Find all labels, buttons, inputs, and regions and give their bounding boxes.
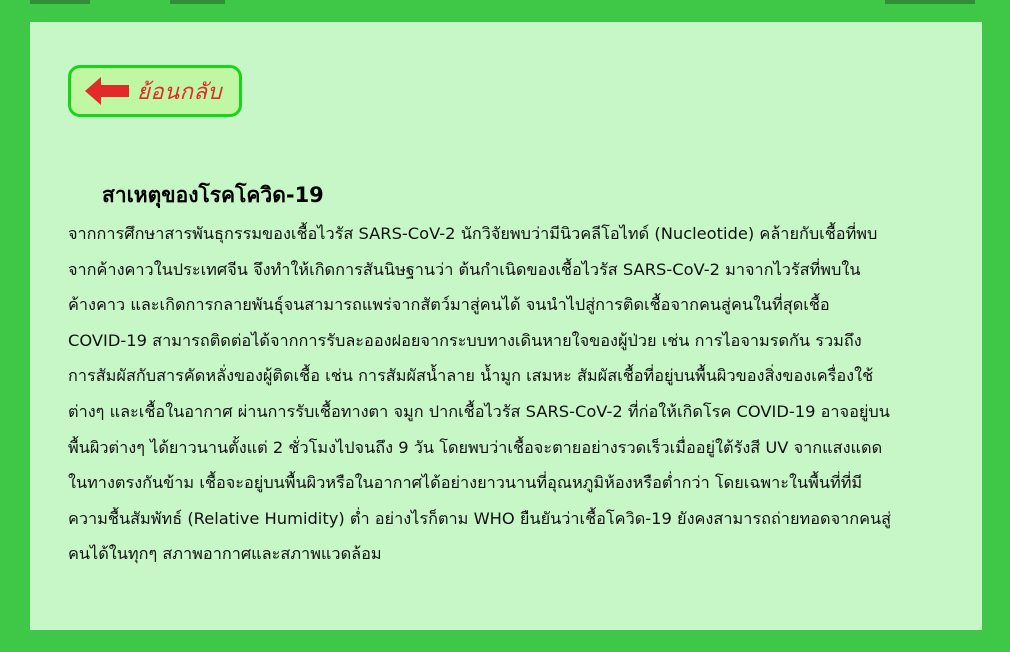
article-line: COVID-19 สามารถติดต่อได้จากการรับละอองฝอ… [68, 330, 862, 350]
article-body: จากการศึกษาสารพันธุกรรมของเชื้อไวรัส SAR… [68, 216, 982, 572]
back-button[interactable]: ย้อนกลับ [68, 65, 242, 117]
article-line: ค้างคาว และเกิดการกลายพันธุ์จนสามารถแพร่… [68, 295, 830, 315]
article-line: ในทางตรงกันข้าม เชื้อจะอยู่บนพื้นผิวหรือ… [68, 473, 863, 493]
article-line: ความชื้นสัมพัทธ์ (Relative Humidity) ต่ำ… [68, 508, 892, 528]
article-line: พื้นผิวต่างๆ ได้ยาวนานตั้งแต่ 2 ชั่วโมงไ… [68, 437, 883, 457]
top-edge-decoration [30, 0, 90, 4]
article-line: ต่างๆ และเชื้อในอากาศ ผ่านการรับเชื้อทาง… [68, 401, 890, 421]
left-arrow-icon [85, 77, 129, 105]
article-line: คนได้ในทุกๆ สภาพอากาศและสภาพแวดล้อม [68, 544, 382, 564]
content-panel: ย้อนกลับ สาเหตุของโรคโควิด-19 จากการศึกษ… [30, 22, 982, 630]
article-line: จากค้างคาวในประเทศจีน จึงทำให้เกิดการสัน… [68, 259, 861, 279]
top-edge-decoration [170, 0, 225, 4]
article-line: จากการศึกษาสารพันธุกรรมของเชื้อไวรัส SAR… [68, 224, 878, 243]
article-line: การสัมผัสกับสารคัดหลั่งของผู้ติดเชื้อ เช… [68, 366, 874, 386]
article: สาเหตุของโรคโควิด-19 จากการศึกษาสารพันธุ… [68, 180, 982, 572]
back-button-label: ย้อนกลับ [137, 79, 222, 105]
article-title: สาเหตุของโรคโควิด-19 [102, 183, 324, 207]
top-edge-decoration [885, 0, 975, 4]
